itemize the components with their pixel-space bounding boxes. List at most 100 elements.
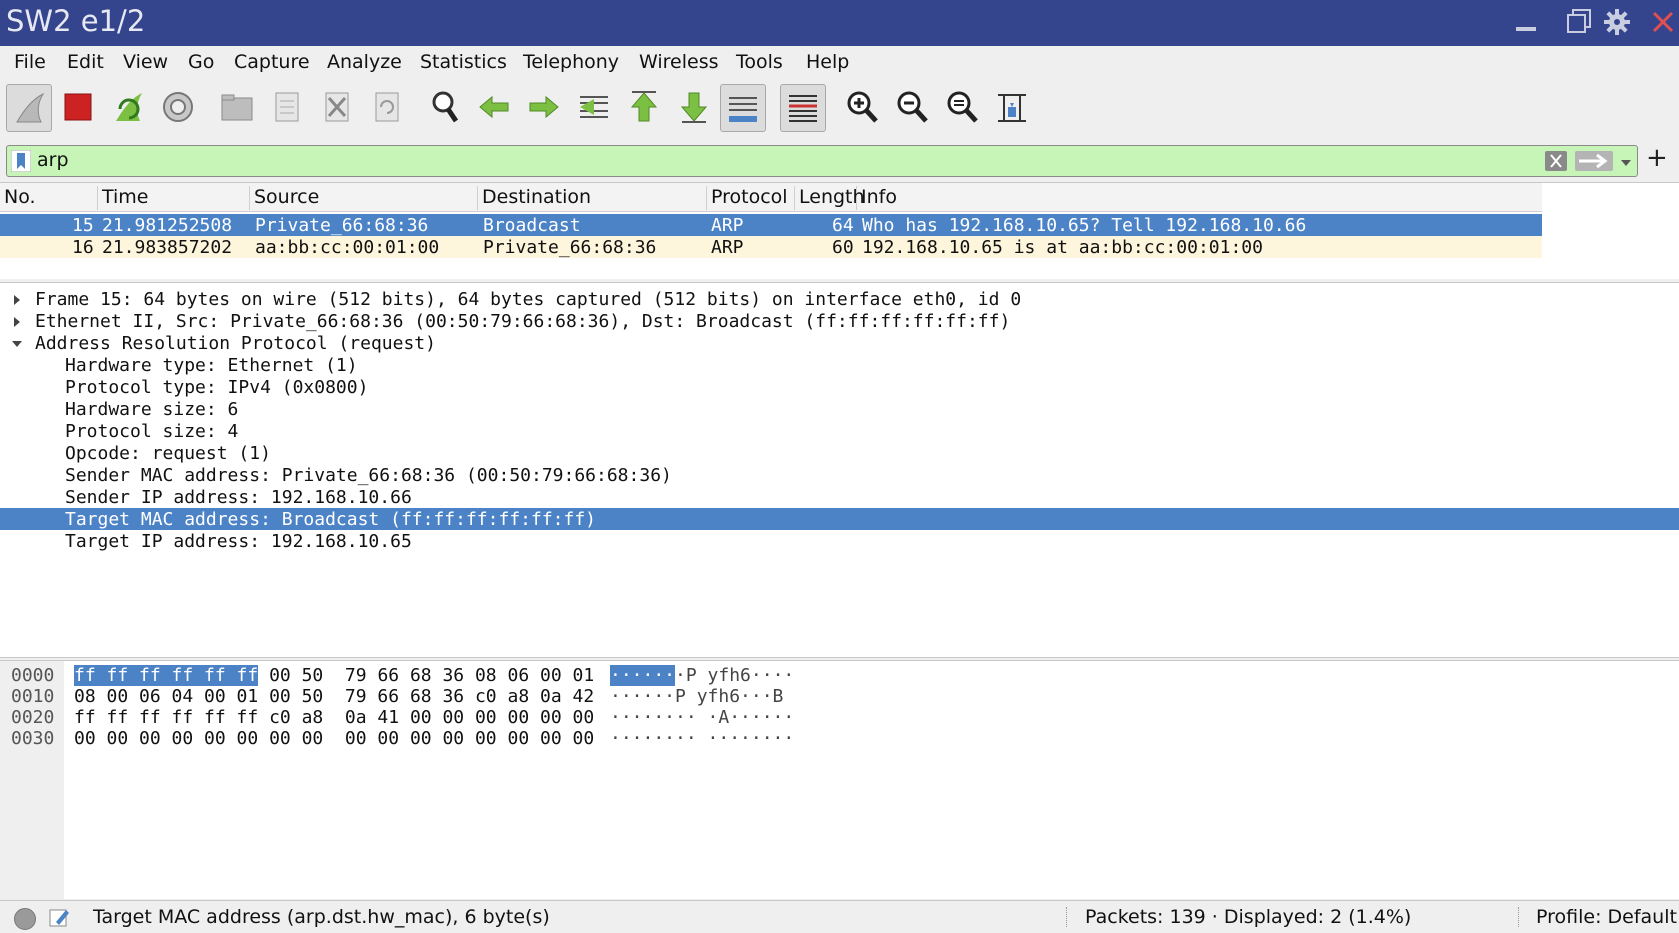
status-separator <box>1066 907 1068 927</box>
first-packet-icon[interactable] <box>622 84 666 130</box>
menu-edit[interactable]: Edit <box>67 51 104 73</box>
detail-row-target-mac[interactable]: Target MAC address: Broadcast (ff:ff:ff:… <box>0 508 1679 530</box>
menu-tools[interactable]: Tools <box>736 51 783 73</box>
bytes-hex: ff ff ff ff ff ff 00 50 79 66 68 36 08 0… <box>74 665 594 686</box>
column-header-destination[interactable]: Destination <box>478 186 707 210</box>
stop-capture-icon[interactable] <box>56 84 100 130</box>
add-filter-button[interactable]: + <box>1646 143 1668 173</box>
detail-row-hardware-type[interactable]: Hardware type: Ethernet (1) <box>0 354 1679 376</box>
menu-capture[interactable]: Capture <box>234 51 310 73</box>
normal-size-icon[interactable] <box>940 84 984 130</box>
clear-filter-icon[interactable] <box>1545 151 1567 171</box>
bytes-offset: 0000 <box>11 665 55 686</box>
detail-text: Sender MAC address: Private_66:68:36 (00… <box>65 465 672 486</box>
status-profile[interactable]: Profile: Default <box>1536 906 1677 928</box>
menu-analyze[interactable]: Analyze <box>327 51 402 73</box>
column-header-time[interactable]: Time <box>98 186 250 210</box>
find-packet-icon[interactable] <box>424 84 468 130</box>
detail-row-target-ip[interactable]: Target IP address: 192.168.10.65 <box>0 530 1679 552</box>
expand-arrow-icon[interactable] <box>10 291 24 305</box>
packet-list-pane: No. Time Source Destination Protocol Len… <box>0 182 1679 279</box>
menu-help[interactable]: Help <box>806 51 849 73</box>
column-header-protocol[interactable]: Protocol <box>707 186 795 210</box>
column-header-no[interactable]: No. <box>0 186 98 210</box>
bytes-row[interactable]: 0000 ff ff ff ff ff ff 00 50 79 66 68 36… <box>0 665 794 686</box>
capture-options-icon[interactable] <box>156 84 200 130</box>
autoscroll-icon[interactable] <box>720 84 766 132</box>
detail-row-sender-mac[interactable]: Sender MAC address: Private_66:68:36 (00… <box>0 464 1679 486</box>
detail-text: Target IP address: 192.168.10.65 <box>65 531 412 552</box>
menu-file[interactable]: File <box>14 51 46 73</box>
close-icon[interactable] <box>1648 7 1678 37</box>
detail-text: Protocol size: 4 <box>65 421 239 442</box>
bytes-offset: 0030 <box>11 728 55 749</box>
settings-gear-icon[interactable] <box>1602 7 1632 37</box>
display-filter-input[interactable] <box>37 147 1537 173</box>
column-header-info[interactable]: Info <box>857 186 1542 210</box>
packet-row[interactable]: 15 21.981252508 Private_66:68:36 Broadca… <box>0 214 1542 236</box>
open-file-icon[interactable] <box>214 84 258 130</box>
bytes-row[interactable]: 0010 08 00 06 04 00 01 00 50 79 66 68 36… <box>0 686 783 707</box>
packet-info: Who has 192.168.10.65? Tell 192.168.10.6… <box>862 215 1307 236</box>
packet-list-header: No. Time Source Destination Protocol Len… <box>0 183 1542 212</box>
bytes-row[interactable]: 0020 ff ff ff ff ff ff c0 a8 0a 41 00 00… <box>0 707 794 728</box>
close-file-icon[interactable] <box>314 84 358 130</box>
filter-bookmark-icon[interactable] <box>10 149 32 173</box>
reload-file-icon[interactable] <box>364 84 408 130</box>
packet-row[interactable]: 16 21.983857202 aa:bb:cc:00:01:00 Privat… <box>0 236 1542 258</box>
go-forward-icon[interactable] <box>522 84 566 130</box>
detail-row-hardware-size[interactable]: Hardware size: 6 <box>0 398 1679 420</box>
bytes-ascii-rest: ·P yfh6···· <box>675 665 795 686</box>
bytes-hex: ff ff ff ff ff ff c0 a8 0a 41 00 00 00 0… <box>74 707 595 728</box>
column-header-length[interactable]: Length <box>795 186 865 210</box>
column-header-source[interactable]: Source <box>250 186 478 210</box>
packet-bytes-pane: 0000 ff ff ff ff ff ff 00 50 79 66 68 36… <box>0 660 1679 899</box>
menu-wireless[interactable]: Wireless <box>639 51 719 73</box>
bytes-offset: 0010 <box>11 686 55 707</box>
status-packet-count: Packets: 139 · Displayed: 2 (1.4%) <box>1085 906 1412 928</box>
menu-statistics[interactable]: Statistics <box>420 51 507 73</box>
menu-go[interactable]: Go <box>188 51 214 73</box>
bytes-row[interactable]: 0030 00 00 00 00 00 00 00 00 00 00 00 00… <box>0 728 794 749</box>
detail-text: Ethernet II, Src: Private_66:68:36 (00:5… <box>35 311 1011 332</box>
zoom-in-icon[interactable] <box>840 84 884 130</box>
detail-row-arp[interactable]: Address Resolution Protocol (request) <box>0 332 1679 354</box>
go-back-icon[interactable] <box>472 84 516 130</box>
title-bar: SW2 e1/2 <box>0 0 1679 46</box>
menu-telephony[interactable]: Telephony <box>523 51 619 73</box>
expand-arrow-icon[interactable] <box>10 313 24 327</box>
detail-row-opcode[interactable]: Opcode: request (1) <box>0 442 1679 464</box>
colorize-icon[interactable] <box>780 84 826 132</box>
detail-text: Sender IP address: 192.168.10.66 <box>65 487 412 508</box>
go-to-packet-icon[interactable] <box>572 84 616 130</box>
detail-row-sender-ip[interactable]: Sender IP address: 192.168.10.66 <box>0 486 1679 508</box>
expert-info-led-icon[interactable] <box>14 908 36 930</box>
packet-source: Private_66:68:36 <box>255 215 429 236</box>
detail-row-protocol-size[interactable]: Protocol size: 4 <box>0 420 1679 442</box>
apply-filter-icon[interactable] <box>1575 151 1613 171</box>
menu-view[interactable]: View <box>123 51 168 73</box>
minimize-icon[interactable] <box>1512 7 1542 37</box>
bytes-ascii: ······P yfh6···B <box>610 686 784 707</box>
detail-row-ethernet[interactable]: Ethernet II, Src: Private_66:68:36 (00:5… <box>0 310 1679 332</box>
bytes-offset: 0020 <box>11 707 55 728</box>
packet-time: 21.983857202 <box>102 237 233 258</box>
capture-comment-icon[interactable] <box>48 906 70 928</box>
filter-history-dropdown-icon[interactable] <box>1619 153 1633 167</box>
restart-capture-icon[interactable] <box>106 84 150 130</box>
packet-no: 16 <box>72 237 94 258</box>
shark-fin-start-icon[interactable] <box>6 84 52 132</box>
detail-text: Address Resolution Protocol (request) <box>35 333 436 354</box>
bytes-hex-rest: 00 50 79 66 68 36 08 06 00 01 <box>258 665 595 686</box>
packet-destination: Broadcast <box>483 215 581 236</box>
zoom-out-icon[interactable] <box>890 84 934 130</box>
detail-row-frame[interactable]: Frame 15: 64 bytes on wire (512 bits), 6… <box>0 288 1679 310</box>
last-packet-icon[interactable] <box>672 84 716 130</box>
restore-icon[interactable] <box>1564 7 1594 37</box>
collapse-arrow-icon[interactable] <box>10 335 24 349</box>
bytes-ascii-selected: ······ <box>610 665 676 686</box>
detail-row-protocol-type[interactable]: Protocol type: IPv4 (0x0800) <box>0 376 1679 398</box>
save-file-icon[interactable] <box>264 84 308 130</box>
bytes-ascii: ·······P yfh6···· <box>610 665 794 686</box>
resize-columns-icon[interactable] <box>990 84 1034 130</box>
